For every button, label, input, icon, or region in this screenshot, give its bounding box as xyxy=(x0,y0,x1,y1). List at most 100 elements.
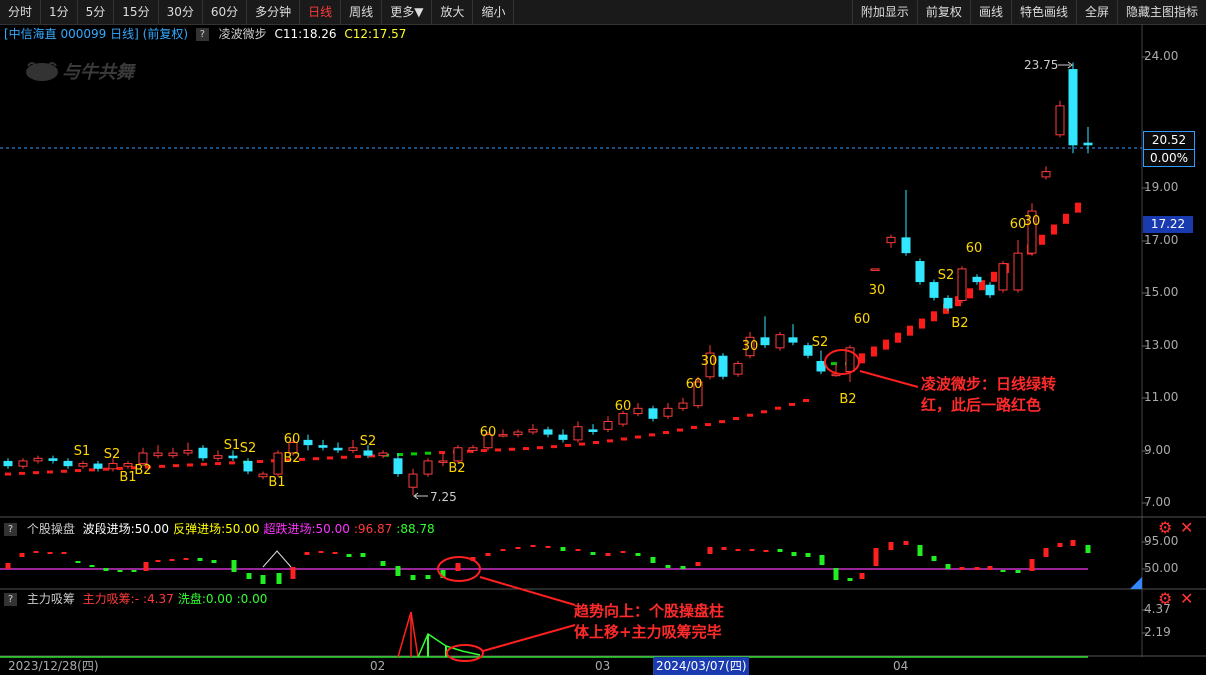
candle[interactable] xyxy=(775,332,785,351)
panel2-help-button[interactable]: ? xyxy=(4,523,17,536)
panel2-bar xyxy=(695,562,701,566)
candle[interactable] xyxy=(348,439,358,454)
candle[interactable] xyxy=(1041,166,1051,180)
panel2-bar xyxy=(380,561,386,566)
panel2-name[interactable]: 个股操盘 xyxy=(27,522,75,536)
candle[interactable] xyxy=(498,429,508,438)
candle[interactable] xyxy=(408,468,418,496)
panel2-bar xyxy=(425,575,431,579)
panel2-bar xyxy=(707,547,713,554)
candle[interactable] xyxy=(633,403,643,417)
candle[interactable] xyxy=(423,458,433,477)
panel3-help-button[interactable]: ? xyxy=(4,593,17,606)
candle[interactable] xyxy=(678,397,688,411)
candle[interactable] xyxy=(213,450,223,461)
lingbo-dot xyxy=(991,271,997,282)
panel3-name[interactable]: 主力吸筹 xyxy=(27,592,75,606)
candle[interactable] xyxy=(183,442,193,456)
candle[interactable] xyxy=(318,439,328,451)
panel2-bar xyxy=(346,554,352,557)
candle[interactable] xyxy=(438,453,448,467)
candle[interactable] xyxy=(901,190,911,256)
candle[interactable] xyxy=(1068,62,1078,154)
candle[interactable] xyxy=(870,268,880,271)
candle[interactable] xyxy=(18,458,28,469)
candle[interactable] xyxy=(1055,100,1065,138)
panel2-bar xyxy=(721,547,727,550)
lingbo-dot xyxy=(931,311,937,322)
panel2-bar xyxy=(211,560,217,563)
annotation-note-1-line1: 凌波微步：日线绿转 xyxy=(921,375,1057,393)
kline-chart[interactable]: S1 S2B1B2S1 S2B160B2S2B26060603030 S2B26030… xyxy=(0,0,1206,675)
candle[interactable] xyxy=(957,266,967,304)
candle[interactable] xyxy=(273,450,283,477)
candle[interactable] xyxy=(48,455,58,464)
indicator-value: 反弹进场:50.00 xyxy=(173,522,260,536)
candle[interactable] xyxy=(558,429,568,443)
candle[interactable] xyxy=(198,445,208,461)
candle[interactable] xyxy=(153,445,163,459)
candle[interactable] xyxy=(760,316,770,348)
candle[interactable] xyxy=(886,234,896,248)
candle[interactable] xyxy=(1013,240,1023,293)
close-icon[interactable]: ✕ xyxy=(1180,589,1193,608)
price-tick-label: 24.00 xyxy=(1144,49,1179,63)
candle[interactable] xyxy=(243,458,253,475)
panel2-bar xyxy=(131,570,137,572)
candle[interactable] xyxy=(258,471,268,480)
lingbo-dot xyxy=(803,399,809,403)
candle[interactable] xyxy=(733,360,743,377)
lingbo-dot xyxy=(1039,234,1045,245)
candle[interactable] xyxy=(788,324,798,346)
panel2-bar xyxy=(945,564,951,569)
candle[interactable] xyxy=(588,424,598,435)
candle[interactable] xyxy=(1027,203,1037,256)
candle[interactable] xyxy=(663,403,673,419)
candle[interactable] xyxy=(393,453,403,477)
candle[interactable] xyxy=(573,421,583,443)
low-marker: 7.25 xyxy=(413,490,457,504)
candle[interactable] xyxy=(33,455,43,464)
annotation-arrow-1 xyxy=(859,370,919,388)
candle[interactable] xyxy=(303,434,313,451)
panel2-bar xyxy=(665,565,671,568)
panel2-bar xyxy=(749,549,755,551)
candle[interactable] xyxy=(718,353,728,380)
candle[interactable] xyxy=(998,261,1008,293)
annotation-note-1-line2: 红，此后一路红色 xyxy=(921,396,1042,414)
lingbo-dot xyxy=(621,437,627,441)
candlesticks[interactable] xyxy=(3,62,1093,496)
candle[interactable] xyxy=(63,458,73,469)
candle[interactable] xyxy=(985,282,995,298)
candle[interactable] xyxy=(648,405,658,422)
signal-label: B2 xyxy=(951,316,968,331)
panel2-bar xyxy=(19,553,25,557)
gear-icon[interactable]: ⚙ xyxy=(1158,589,1172,608)
panel2-bar xyxy=(231,560,237,572)
candle[interactable] xyxy=(168,447,178,459)
lingbo-dot xyxy=(537,446,543,450)
candle[interactable] xyxy=(333,442,343,454)
candle[interactable] xyxy=(513,429,523,438)
lingbo-dot xyxy=(523,447,529,451)
lingbo-dot xyxy=(201,462,207,466)
lingbo-dot xyxy=(439,451,445,455)
signal-label: B1 xyxy=(268,475,285,490)
cursor-date: 2024/03/07(四) xyxy=(654,657,749,675)
candle[interactable] xyxy=(378,450,388,459)
candle[interactable] xyxy=(543,426,553,438)
lingbo-dot xyxy=(425,451,431,455)
scroll-corner-icon[interactable] xyxy=(1130,577,1142,589)
candle[interactable] xyxy=(1083,126,1093,154)
gear-icon[interactable]: ⚙ xyxy=(1158,518,1172,537)
candle[interactable] xyxy=(123,460,133,469)
candle[interactable] xyxy=(3,458,13,469)
candle[interactable] xyxy=(603,416,613,432)
candle[interactable] xyxy=(915,258,925,285)
candle[interactable] xyxy=(78,460,88,469)
panel2-bar xyxy=(530,545,536,547)
candle[interactable] xyxy=(528,424,538,435)
panel2-bar xyxy=(485,553,491,556)
close-icon[interactable]: ✕ xyxy=(1180,518,1193,537)
indicator-value: :88.78 xyxy=(396,522,435,536)
